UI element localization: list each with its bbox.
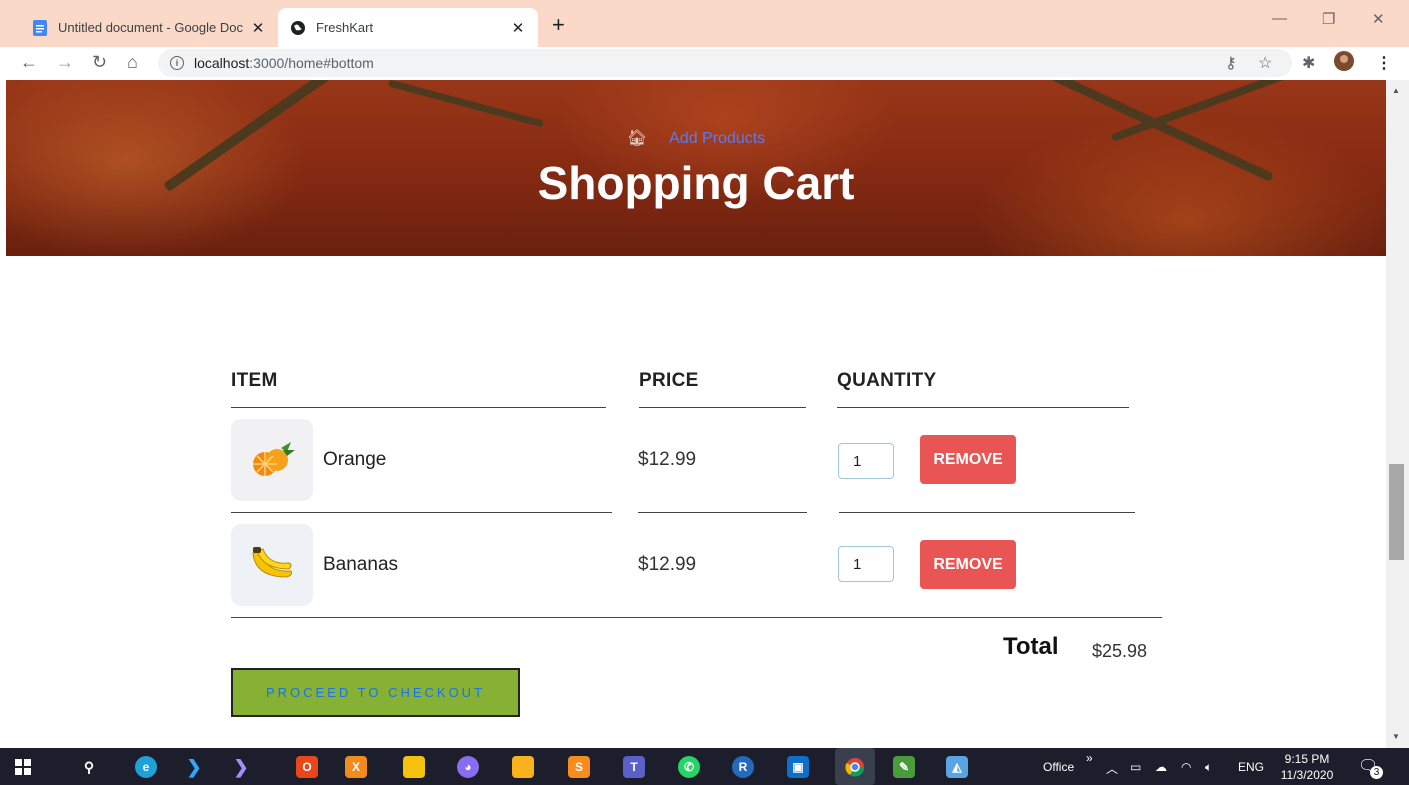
forward-icon[interactable]: →: [56, 52, 74, 73]
item-name: Orange: [323, 449, 387, 470]
key-icon[interactable]: ⚷: [1225, 53, 1237, 73]
window-app-icon[interactable]: ▣: [787, 756, 809, 778]
quantity-input[interactable]: [838, 443, 894, 479]
chevron-right-icon[interactable]: »: [1086, 751, 1093, 765]
breadcrumb-link[interactable]: Add Products: [669, 130, 765, 147]
onedrive-icon[interactable]: ☁: [1155, 760, 1167, 774]
avatar[interactable]: [1334, 51, 1354, 76]
wifi-icon[interactable]: ◠: [1181, 760, 1191, 774]
page-title: Shopping Cart: [537, 157, 855, 209]
edge-icon[interactable]: e: [135, 756, 157, 778]
item-price: $12.99: [638, 449, 697, 470]
star-icon[interactable]: ☆: [1258, 53, 1272, 73]
office-toolbar-label[interactable]: Office: [1043, 760, 1074, 774]
divider: [638, 512, 807, 513]
globe-icon: [291, 20, 305, 35]
total-value: $25.98: [1092, 641, 1148, 661]
r-icon[interactable]: R: [732, 756, 754, 778]
tab-title: Untitled document - Google Doc: [58, 20, 243, 35]
tab-google-docs[interactable]: Untitled document - Google Doc ✕: [20, 8, 278, 47]
windows-taskbar: ⚲ e ❯ ❯ O X ◕ S T ✆ R ▣ ✎ ◭ Office » ︿ ▭…: [0, 748, 1409, 785]
paint-icon[interactable]: ✎: [893, 756, 915, 778]
minimize-icon[interactable]: —: [1272, 10, 1287, 27]
google-docs-icon: [33, 19, 47, 36]
chrome-icon[interactable]: [835, 748, 875, 785]
scroll-down-icon[interactable]: ▼: [1392, 732, 1400, 741]
column-header-item: ITEM: [231, 370, 278, 391]
battery-icon[interactable]: ▭: [1130, 760, 1141, 774]
restore-icon[interactable]: ❐: [1322, 10, 1335, 28]
back-icon[interactable]: ←: [20, 52, 38, 73]
new-tab-button[interactable]: +: [552, 12, 565, 38]
divider: [839, 512, 1135, 513]
close-tab-icon[interactable]: ✕: [250, 19, 266, 37]
column-header-price: PRICE: [639, 370, 699, 391]
tab-title: FreshKart: [316, 20, 374, 35]
divider: [639, 407, 806, 408]
column-header-quantity: QUANTITY: [837, 370, 937, 391]
quantity-input[interactable]: [838, 546, 894, 582]
chevron-up-icon[interactable]: ︿: [1106, 760, 1118, 777]
info-icon[interactable]: i: [170, 56, 184, 70]
browser-tab-strip: Untitled document - Google Doc ✕ FreshKa…: [0, 0, 1409, 47]
browser-toolbar: ← → ↻ ⌂ i localhost:3000/home#bottom ⚷ ☆…: [0, 47, 1409, 80]
notepad-icon[interactable]: ◭: [946, 756, 968, 778]
scrollbar[interactable]: [1386, 80, 1409, 748]
remove-button[interactable]: REMOVE: [920, 435, 1016, 484]
close-window-icon[interactable]: ✕: [1372, 10, 1385, 28]
sticky-notes-icon[interactable]: [403, 756, 425, 778]
bananas-icon: [231, 524, 313, 606]
home-icon[interactable]: 🏠︎: [627, 130, 647, 147]
xampp-icon[interactable]: X: [345, 756, 367, 778]
scrollbar-thumb[interactable]: [1389, 464, 1404, 560]
breadcrumb: 🏠︎ Add Products: [6, 128, 1386, 148]
language-indicator[interactable]: ENG: [1238, 760, 1264, 774]
tomato-stem: [387, 80, 545, 128]
tab-freshkart[interactable]: FreshKart ✕: [278, 8, 538, 47]
hero-banner: 🏠︎ Add Products Shopping Cart: [6, 80, 1386, 256]
volume-icon[interactable]: 🔈︎: [1205, 760, 1212, 775]
page-viewport: 🏠︎ Add Products Shopping Cart ITEM PRICE …: [0, 80, 1409, 748]
total-label: Total: [1003, 633, 1059, 660]
clock-time: 9:15 PM: [1284, 752, 1330, 766]
vscode-icon[interactable]: ❯: [183, 756, 205, 778]
search-icon[interactable]: ⚲: [78, 756, 100, 778]
notification-count-badge: 3: [1370, 766, 1383, 779]
url-text: localhost:3000/home#bottom: [194, 55, 374, 71]
orange-icon: [231, 419, 313, 501]
extensions-icon[interactable]: ✱: [1302, 53, 1315, 73]
divider: [837, 407, 1129, 408]
office-icon[interactable]: O: [296, 756, 318, 778]
close-tab-icon[interactable]: ✕: [510, 19, 526, 37]
reload-icon[interactable]: ↻: [92, 52, 107, 73]
remove-button[interactable]: REMOVE: [920, 540, 1016, 589]
teams-icon[interactable]: T: [623, 756, 645, 778]
file-explorer-icon[interactable]: [512, 756, 534, 778]
divider: [231, 617, 1162, 618]
divider: [231, 512, 612, 513]
item-name: Bananas: [323, 554, 399, 575]
address-bar[interactable]: i localhost:3000/home#bottom: [158, 49, 1292, 77]
clock[interactable]: 9:15 PM 11/3/2020: [1272, 751, 1342, 783]
clock-date: 11/3/2020: [1280, 768, 1334, 782]
item-price: $12.99: [638, 554, 697, 575]
scroll-up-icon[interactable]: ▲: [1392, 86, 1400, 95]
windows-start-icon[interactable]: [12, 756, 34, 778]
visual-studio-icon[interactable]: ❯: [230, 756, 252, 778]
menu-icon[interactable]: ⋮: [1376, 53, 1392, 73]
divider: [231, 407, 606, 408]
github-icon[interactable]: ◕: [457, 756, 479, 778]
whatsapp-icon[interactable]: ✆: [678, 756, 700, 778]
proceed-to-checkout-button[interactable]: PROCEED TO CHECKOUT: [231, 668, 520, 717]
sublime-icon[interactable]: S: [568, 756, 590, 778]
home-icon[interactable]: ⌂: [127, 52, 138, 73]
